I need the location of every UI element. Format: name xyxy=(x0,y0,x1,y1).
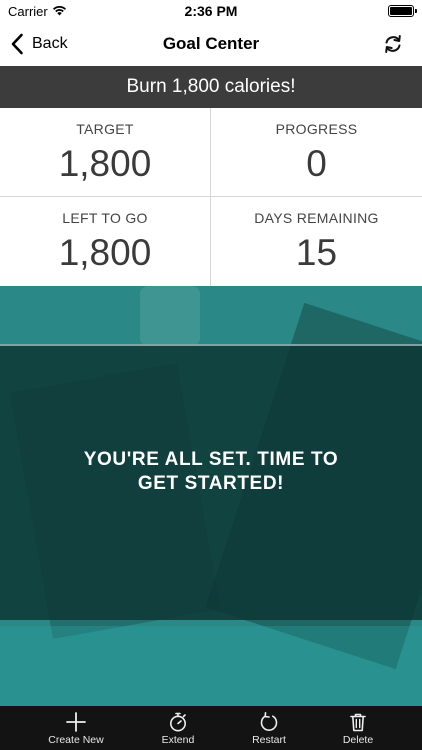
stopwatch-icon xyxy=(170,712,186,732)
stat-progress-value: 0 xyxy=(306,143,327,184)
restart-icon xyxy=(260,712,278,731)
restart-label: Restart xyxy=(252,734,286,746)
stat-days-remaining-label: DAYS REMAINING xyxy=(254,210,379,226)
status-bar: Carrier 2:36 PM xyxy=(0,0,422,22)
navigation-bar: Back Goal Center xyxy=(0,22,422,66)
goal-stats-grid: TARGET 1,800 PROGRESS 0 LEFT TO GO 1,800… xyxy=(0,108,422,286)
message-panel: YOU'RE ALL SET. TIME TO GET STARTED! xyxy=(0,344,422,620)
goal-title: Burn 1,800 calories! xyxy=(126,76,296,97)
stat-target-label: TARGET xyxy=(76,121,134,137)
stat-days-remaining-value: 15 xyxy=(295,232,338,273)
stat-progress-label: PROGRESS xyxy=(275,121,358,137)
battery-icon xyxy=(388,5,417,17)
trash-icon xyxy=(350,713,366,732)
extend-label: Extend xyxy=(161,734,195,746)
goal-banner: Burn 1,800 calories! xyxy=(0,66,422,108)
refresh-icon[interactable] xyxy=(382,33,404,55)
stat-target: TARGET 1,800 xyxy=(0,108,211,197)
stat-progress: PROGRESS 0 xyxy=(211,108,422,197)
get-started-message: YOU'RE ALL SET. TIME TO GET STARTED! xyxy=(83,449,339,494)
back-button[interactable]: Back xyxy=(10,22,68,66)
create-new-label: Create New xyxy=(48,734,104,746)
stat-left-to-go: LEFT TO GO 1,800 xyxy=(0,197,211,286)
bottom-toolbar: Create New Extend Restart Delete xyxy=(0,706,422,750)
stat-left-to-go-label: LEFT TO GO xyxy=(62,210,148,226)
stat-days-remaining: DAYS REMAINING 15 xyxy=(211,197,422,286)
stat-left-to-go-value: 1,800 xyxy=(58,232,152,273)
back-label: Back xyxy=(32,35,68,52)
extend-button[interactable]: Extend xyxy=(133,706,223,750)
stat-target-value: 1,800 xyxy=(58,143,152,184)
restart-button[interactable]: Restart xyxy=(224,706,314,750)
delete-label: Delete xyxy=(342,734,374,746)
plus-icon xyxy=(66,712,86,732)
chevron-left-icon xyxy=(11,33,23,55)
delete-button[interactable]: Delete xyxy=(313,706,403,750)
status-time: 2:36 PM xyxy=(184,3,238,19)
create-new-button[interactable]: Create New xyxy=(31,706,121,750)
